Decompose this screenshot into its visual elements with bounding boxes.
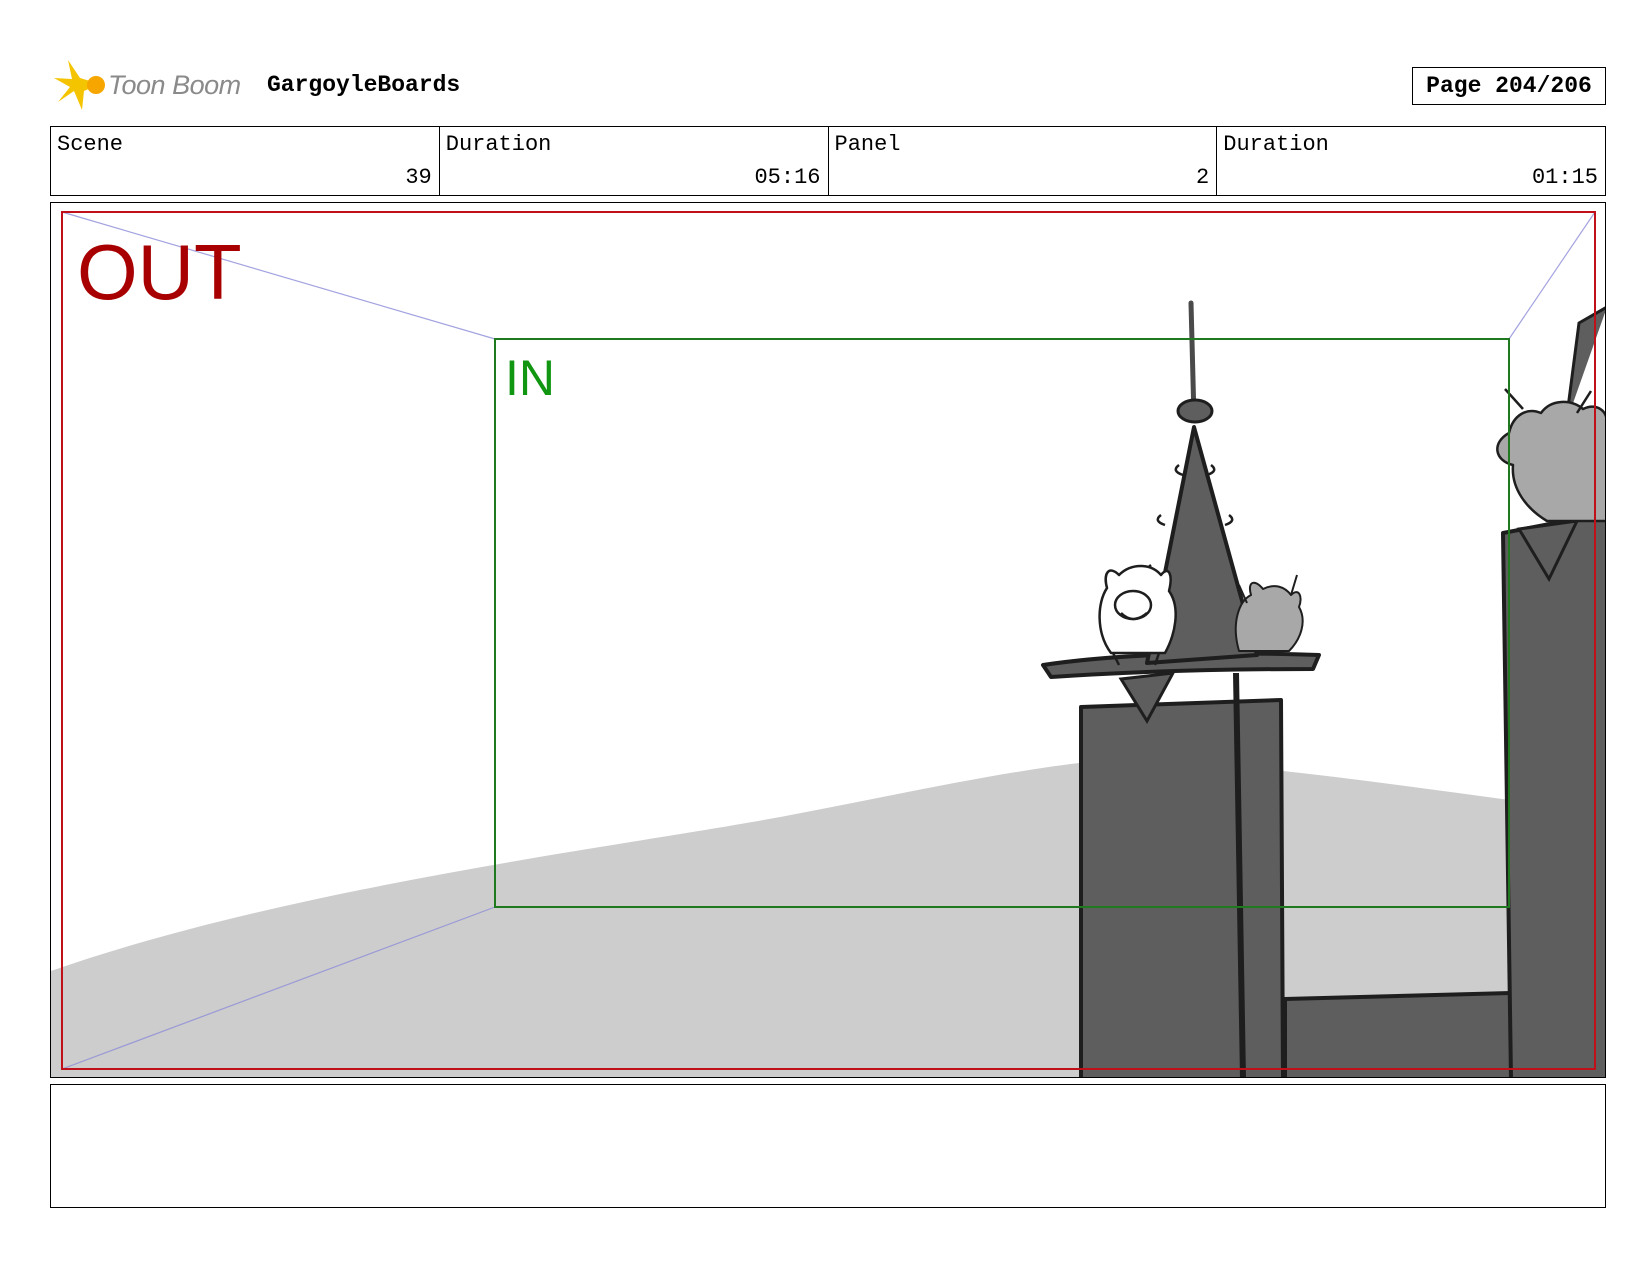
scene-label: Scene: [57, 132, 124, 157]
scene-duration-cell: Duration 05:16: [440, 127, 829, 195]
gargoyle-grey-drawing: [1234, 574, 1304, 652]
toon-boom-logo: Toon Boom: [52, 58, 252, 114]
panel-label: Panel: [834, 132, 901, 157]
gargoyle-right-drawing: [1496, 388, 1605, 523]
storyboard-panel: OUT IN: [50, 202, 1606, 1078]
out-frame-label: OUT: [77, 228, 242, 316]
gargoyle-white-drawing: [1098, 564, 1177, 666]
scene-duration-label: Duration: [445, 132, 552, 157]
panel-duration-value: 01:15: [1531, 165, 1598, 190]
scene-cell: Scene 39: [51, 127, 440, 195]
scene-value: 39: [405, 165, 432, 190]
project-title: GargoyleBoards: [267, 72, 461, 98]
scene-info-row: Scene 39 Duration 05:16 Panel 2 Duration…: [50, 126, 1606, 196]
panel-duration-cell: Duration 01:15: [1217, 127, 1605, 195]
starburst-icon: [54, 60, 105, 110]
scene-duration-value: 05:16: [754, 165, 821, 190]
panel-cell: Panel 2: [829, 127, 1218, 195]
logo-text: Toon Boom: [108, 70, 241, 100]
panel-notes-box[interactable]: [50, 1084, 1606, 1208]
page-indicator: Page 204/206: [1412, 67, 1606, 105]
spire-tower-drawing: [1041, 300, 1321, 1077]
panel-drawing: [51, 211, 1605, 1077]
panel-value: 2: [1196, 165, 1210, 190]
wall-drawing: [1283, 991, 1513, 1077]
panel-duration-label: Duration: [1223, 132, 1329, 157]
in-frame-label: IN: [505, 350, 555, 406]
